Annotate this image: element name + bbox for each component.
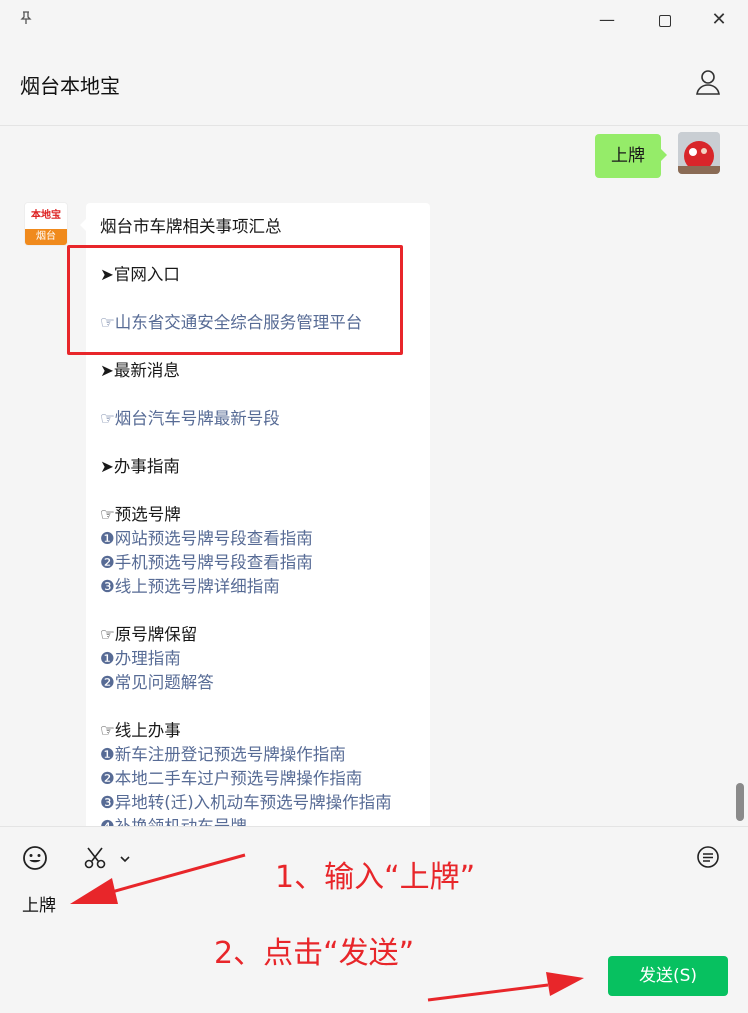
message-link[interactable]: ☞烟台汽车号牌最新号段: [100, 407, 416, 431]
section-heading: ➤最新消息: [100, 361, 180, 380]
message-link[interactable]: ❸线上预选号牌详细指南: [100, 575, 416, 599]
message-link[interactable]: ❶网站预选号牌号段查看指南: [100, 527, 416, 551]
send-button[interactable]: 发送(S): [608, 956, 728, 996]
scissors-icon[interactable]: [82, 845, 108, 871]
official-account-avatar[interactable]: 本地宝 烟台: [24, 202, 68, 246]
annotation-step-2: 2、点击“发送”: [214, 936, 415, 971]
section-heading: ➤办事指南: [100, 457, 180, 476]
emoji-icon[interactable]: [22, 845, 48, 871]
message-link[interactable]: ❷本地二手车过户预选号牌操作指南: [100, 767, 416, 791]
user-icon[interactable]: [694, 68, 722, 96]
avatar-logo-text: 本地宝: [25, 203, 67, 229]
message-link[interactable]: ❷手机预选号牌号段查看指南: [100, 551, 416, 575]
pin-icon[interactable]: [16, 10, 36, 30]
message-link[interactable]: ❹补换领机动车号牌: [100, 815, 416, 826]
chat-messages[interactable]: 上牌 本地宝 烟台 烟台市车牌相关事项汇总 ➤官网入口 ☞山东省交通安全综合服务…: [0, 126, 748, 826]
subsection-heading: ☞预选号牌: [100, 505, 181, 524]
annotation-step-1: 1、输入“上牌”: [275, 860, 476, 895]
message-heading: 烟台市车牌相关事项汇总: [100, 217, 282, 236]
message-input[interactable]: 上牌: [22, 891, 56, 916]
window-titlebar: — ✕: [0, 0, 748, 40]
message-link[interactable]: ❷常见问题解答: [100, 671, 416, 695]
maximize-icon[interactable]: [652, 8, 678, 32]
chat-title: 烟台本地宝: [20, 74, 120, 98]
minimize-icon[interactable]: —: [594, 8, 620, 32]
chat-header: 烟台本地宝: [0, 40, 748, 126]
sent-message[interactable]: 上牌: [595, 134, 667, 178]
chat-history-icon[interactable]: [696, 845, 720, 869]
subsection-heading: ☞原号牌保留: [100, 625, 198, 644]
my-avatar[interactable]: [678, 132, 720, 174]
subsection-heading: ☞线上办事: [100, 721, 181, 740]
message-link[interactable]: ❶办理指南: [100, 647, 416, 671]
chevron-down-icon[interactable]: [118, 851, 132, 865]
chat-scrollbar[interactable]: [736, 783, 744, 821]
avatar-city-text: 烟台: [25, 229, 67, 245]
highlight-box: [67, 245, 403, 355]
message-link[interactable]: ❶新车注册登记预选号牌操作指南: [100, 743, 416, 767]
close-icon[interactable]: ✕: [706, 8, 732, 32]
message-link[interactable]: ❸异地转(迁)入机动车预选号牌操作指南: [100, 791, 416, 815]
